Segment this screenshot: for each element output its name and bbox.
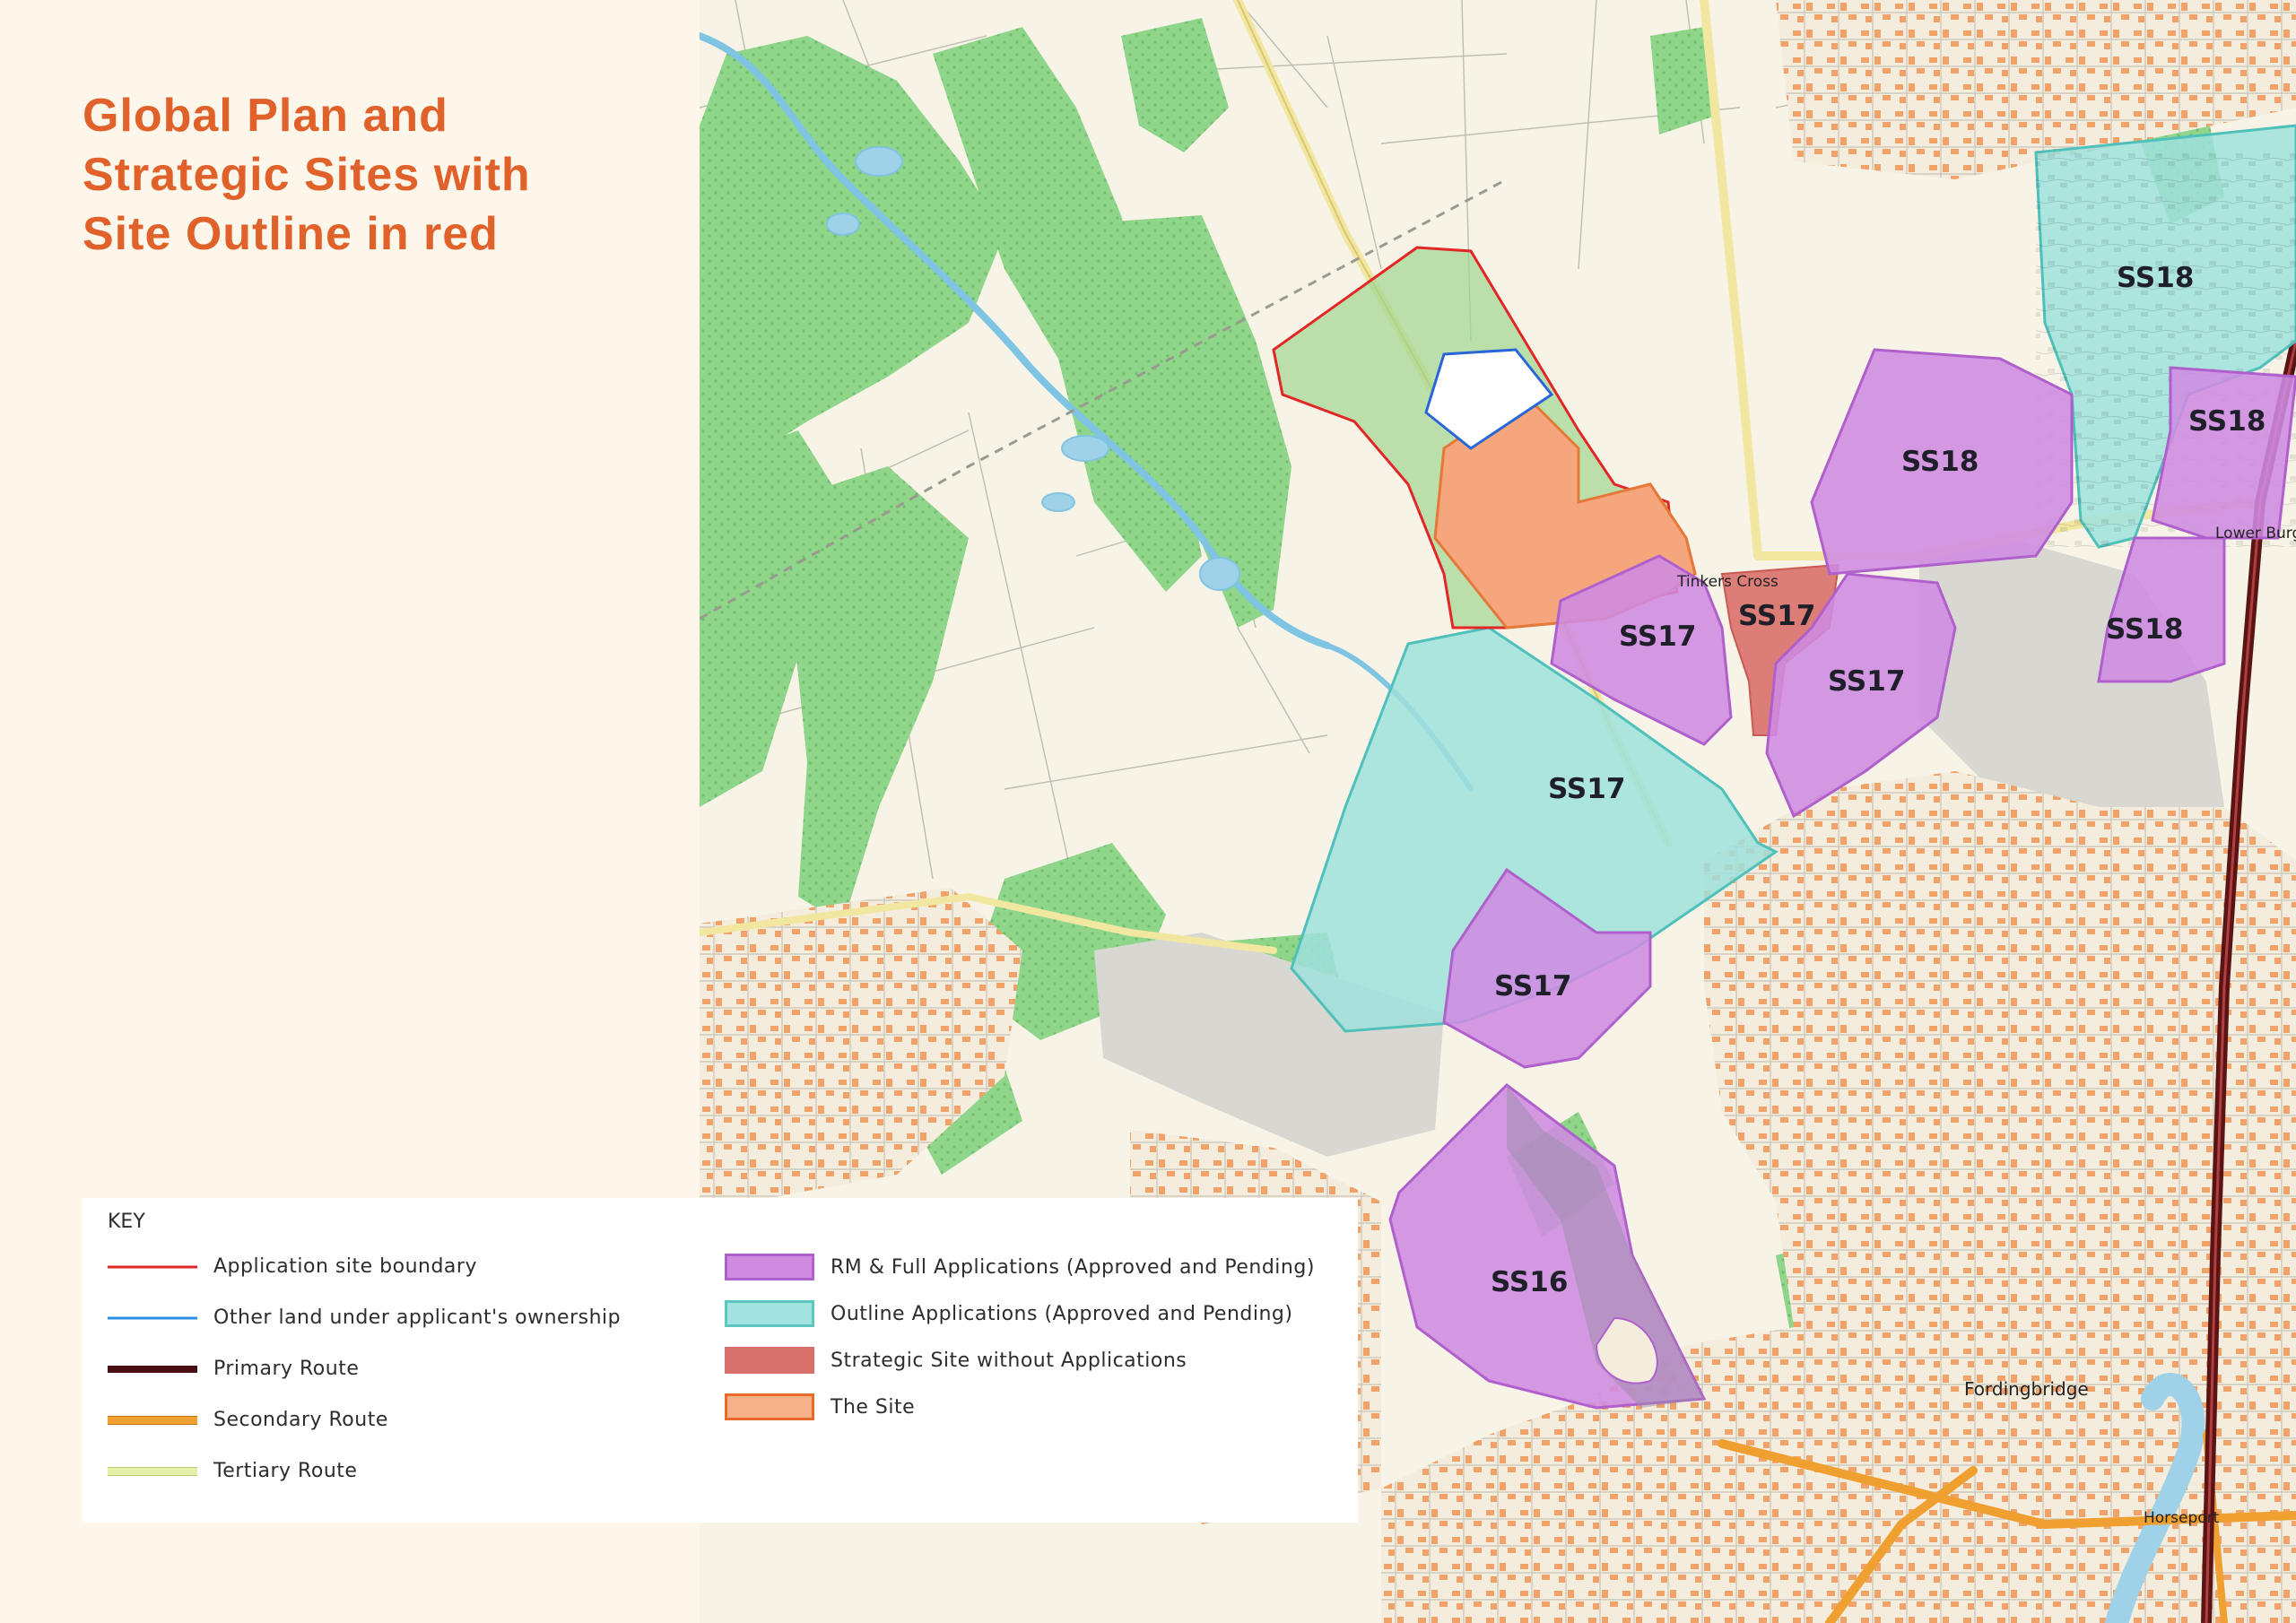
key-item-outline: Outline Applications (Approved and Pendi… <box>725 1300 1315 1327</box>
swatch-rm-full <box>725 1254 814 1280</box>
title-line-2: Strategic Sites with <box>83 149 531 201</box>
swatch-primary-route <box>108 1365 197 1374</box>
ss18-east-rm <box>2151 366 2296 540</box>
key-label: Secondary Route <box>213 1409 388 1431</box>
label-ss18-east: SS18 <box>2188 405 2266 438</box>
key-item-rm-full: RM & Full Applications (Approved and Pen… <box>725 1254 1315 1280</box>
key-label: Primary Route <box>213 1358 360 1380</box>
swatch-applicant-land <box>108 1314 197 1323</box>
key-item-the-site: The Site <box>725 1393 1315 1420</box>
label-ss18-southeast: SS18 <box>2106 613 2183 646</box>
key-item-primary-route: Primary Route <box>108 1356 621 1382</box>
key-title: KEY <box>108 1211 145 1233</box>
key-item-applicant-land: Other land under applicant's ownership <box>108 1305 621 1331</box>
label-tinkers-cross: Tinkers Cross <box>1676 573 1779 591</box>
key-col-left: Application site boundary Other land und… <box>108 1254 621 1509</box>
label-ss18-north: SS18 <box>2117 262 2194 294</box>
key-label: The Site <box>831 1395 916 1419</box>
label-fordingbridge: Fordingbridge <box>1964 1378 2089 1400</box>
map-key: KEY Application site boundary Other land… <box>83 1198 1358 1523</box>
key-label: Strategic Site without Applications <box>831 1349 1187 1372</box>
key-label: Other land under applicant's ownership <box>213 1306 622 1329</box>
label-ss16: SS16 <box>1491 1266 1568 1298</box>
label-ss17-south: SS17 <box>1494 970 1571 1002</box>
title-line-3: Site Outline in red <box>83 208 499 260</box>
swatch-application-boundary <box>108 1263 197 1271</box>
key-label: Application site boundary <box>213 1255 477 1278</box>
label-ss17-strategic: SS17 <box>1738 600 1815 632</box>
swatch-tertiary-route <box>108 1466 197 1476</box>
key-col-right: RM & Full Applications (Approved and Pen… <box>725 1254 1315 1440</box>
swatch-outline <box>725 1300 814 1327</box>
key-item-strategic-no-app: Strategic Site without Applications <box>725 1347 1315 1374</box>
label-ss17-west: SS17 <box>1548 773 1625 805</box>
key-label: Tertiary Route <box>213 1460 358 1482</box>
key-item-secondary-route: Secondary Route <box>108 1407 621 1433</box>
page-title: Global Plan and Strategic Sites with Sit… <box>83 86 657 264</box>
label-horseport: Horseport <box>2144 1509 2220 1527</box>
label-lower-burgate: Lower Burgate <box>2215 525 2296 542</box>
key-label: RM & Full Applications (Approved and Pen… <box>831 1255 1315 1279</box>
key-item-tertiary-route: Tertiary Route <box>108 1458 621 1484</box>
swatch-strategic-no-app <box>725 1347 814 1374</box>
label-ss17-north: SS17 <box>1619 621 1696 653</box>
swatch-secondary-route <box>108 1415 197 1425</box>
swatch-the-site <box>725 1393 814 1420</box>
label-ss17-east: SS17 <box>1828 665 1905 698</box>
label-ss18-central: SS18 <box>1901 446 1979 478</box>
key-item-application-boundary: Application site boundary <box>108 1254 621 1280</box>
title-line-1: Global Plan and <box>83 90 448 142</box>
key-label: Outline Applications (Approved and Pendi… <box>831 1302 1293 1325</box>
